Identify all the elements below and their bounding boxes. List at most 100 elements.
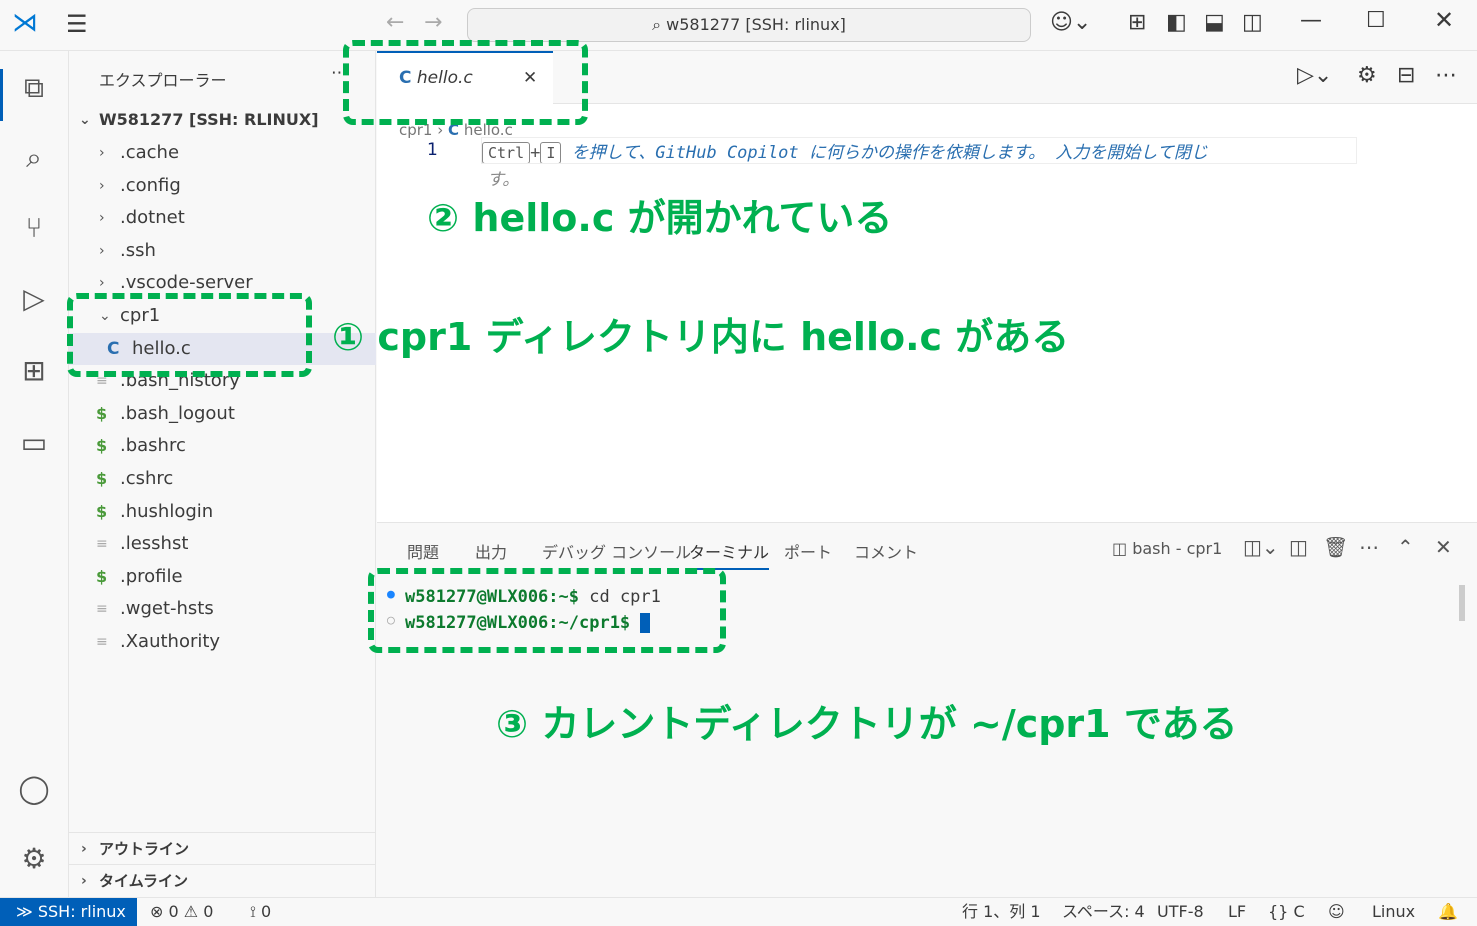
tree-item[interactable]: $ .bashrc [69, 430, 376, 462]
shell-file-icon: $ [96, 501, 108, 521]
annotation-box-tab [343, 40, 588, 125]
tree-item[interactable]: › .cache [69, 137, 376, 169]
split-editor-icon[interactable]: ⊟ [1397, 63, 1415, 88]
tree-item[interactable]: $ .cshrc [69, 463, 376, 495]
tree-item-label: .cache [120, 142, 180, 163]
tree-item-label: .wget-hsts [120, 598, 214, 620]
annotation-3: ③ カレントディレクトリが ~/cpr1 である [496, 702, 1238, 746]
outline-section[interactable]: › アウトライン [69, 832, 376, 864]
terminal-selector[interactable]: ◫ bash - cpr1 [1112, 539, 1222, 558]
tab-problems[interactable]: 問題 [407, 539, 439, 563]
more-icon[interactable]: ⋯ [1435, 63, 1457, 88]
encoding[interactable]: UTF-8 [1157, 898, 1204, 926]
sidebar-title: エクスプローラー [99, 71, 227, 90]
command-center-search[interactable]: ⌕ w581277 [SSH: rlinux] [467, 8, 1031, 42]
tree-item-label: .bashrc [120, 435, 186, 457]
tree-item-label: .lesshst [120, 533, 189, 555]
search-icon: ⌕ [652, 15, 667, 34]
remote-explorer-icon[interactable]: ▭ [14, 423, 54, 463]
tree-item-label: .dotnet [120, 207, 185, 229]
timeline-section[interactable]: › タイムライン [69, 864, 376, 896]
copilot-hint: Ctrl + I を押して、GitHub Copilot に何らかの操作を依頼します… [481, 137, 1357, 164]
maximize-panel-icon[interactable]: ⌃ [1397, 535, 1414, 559]
notifications-bell-icon[interactable]: 🔔 [1438, 898, 1458, 926]
forward-icon[interactable]: → [424, 10, 442, 35]
line-number: 1 [427, 140, 438, 160]
tab-output[interactable]: 出力 [475, 539, 507, 563]
more-icon[interactable]: ⋯ [1359, 535, 1379, 559]
vscode-logo-icon: ⋊ [12, 8, 38, 38]
os-indicator[interactable]: Linux [1372, 898, 1415, 926]
tree-item[interactable]: › .dotnet [69, 202, 376, 234]
tree-item-label: .hushlogin [120, 500, 214, 522]
tab-terminal[interactable]: ターミナル [689, 539, 770, 570]
close-panel-icon[interactable]: ✕ [1435, 535, 1452, 559]
explorer-icon[interactable]: ⧉ [14, 68, 54, 108]
tree-item[interactable]: › .ssh [69, 235, 376, 267]
account-icon[interactable]: ◯ [14, 769, 54, 809]
shell-file-icon: $ [96, 436, 108, 456]
cursor-position[interactable]: 行 1、列 1 [962, 898, 1041, 926]
toggle-sidebar-icon[interactable]: ◧ [1166, 10, 1187, 35]
settings-gear-icon[interactable]: ⚙ [14, 839, 54, 879]
text-file-icon: ≡ [96, 536, 108, 553]
tree-item-label: .profile [120, 565, 183, 587]
copilot-icon[interactable]: ☺⌄ [1050, 10, 1091, 35]
search-view-icon[interactable]: ⌕ [14, 138, 54, 178]
split-terminal-icon[interactable]: ◫ [1289, 535, 1308, 559]
tree-item[interactable]: $ .hushlogin [69, 496, 376, 528]
annotation-box-tree [67, 293, 312, 377]
chevron-right-icon: › [99, 145, 105, 161]
indentation[interactable]: スペース: 4 [1062, 898, 1145, 926]
tree-item[interactable]: $ .profile [69, 561, 376, 593]
shell-file-icon: $ [96, 403, 108, 423]
layout-icon[interactable]: ⊞ [1128, 10, 1146, 35]
close-window-button[interactable]: ✕ [1434, 6, 1454, 34]
new-terminal-icon[interactable]: ◫⌄ [1243, 535, 1279, 559]
activity-bar: ⧉ ⌕ ⑂ ▷ ⊞ ▭ ◯ ⚙ [0, 51, 69, 897]
tree-item[interactable]: $ .bash_logout [69, 398, 376, 430]
language-mode[interactable]: {} C [1268, 898, 1305, 926]
minimize-button[interactable]: — [1300, 8, 1322, 33]
shell-file-icon: $ [96, 566, 108, 586]
workspace-root[interactable]: ⌄ W581277 [SSH: RLINUX] [69, 104, 376, 136]
trash-icon[interactable]: 🗑 [1323, 535, 1348, 559]
annotation-1: ① cpr1 ディレクトリ内に hello.c がある [332, 315, 1070, 359]
maximize-button[interactable]: ☐ [1366, 8, 1386, 33]
toggle-panel-icon[interactable]: ⬓ [1204, 10, 1225, 35]
shell-file-icon: $ [96, 469, 108, 488]
chevron-right-icon: › [99, 177, 105, 194]
terminal-scrollbar[interactable] [1459, 585, 1465, 621]
eol[interactable]: LF [1228, 898, 1246, 926]
run-debug-icon[interactable]: ▷ [14, 279, 54, 319]
problems-indicator[interactable]: ⊗ 0 ⚠ 0 [150, 898, 213, 926]
extensions-icon[interactable]: ⊞ [14, 351, 54, 391]
tree-item[interactable]: › .config [69, 170, 376, 202]
back-icon[interactable]: ← [386, 10, 404, 35]
tree-item[interactable]: ≡ .Xauthority [69, 626, 376, 658]
tree-item[interactable]: ≡ .wget-hsts [69, 593, 376, 625]
run-icon[interactable]: ▷⌄ [1297, 63, 1332, 88]
tree-item-label: .config [120, 174, 181, 196]
tree-item-label: .cshrc [120, 468, 174, 489]
settings-icon[interactable]: ⚙ [1357, 63, 1377, 88]
search-label: w581277 [SSH: rlinux] [666, 15, 846, 34]
remote-indicator[interactable]: ≫ SSH: rlinux [0, 898, 137, 926]
tab-ports[interactable]: ポート [784, 539, 832, 563]
annotation-2: ② hello.c が開かれている [427, 196, 893, 240]
toggle-secondary-sidebar-icon[interactable]: ◫ [1242, 10, 1263, 35]
tree-item-label: .Xauthority [120, 631, 221, 652]
tree-item-label: .ssh [120, 239, 156, 261]
tree-item[interactable]: ≡ .lesshst [69, 528, 376, 560]
tab-comments[interactable]: コメント [854, 539, 918, 563]
tab-debug-console[interactable]: デバッグ コンソール [542, 539, 691, 563]
copilot-status-icon[interactable]: ☺ [1328, 898, 1345, 926]
source-control-icon[interactable]: ⑂ [14, 208, 54, 248]
menu-icon[interactable]: ☰ [66, 10, 88, 38]
chevron-right-icon: › [99, 210, 105, 227]
ports-indicator[interactable]: ⟟ 0 [250, 898, 271, 926]
chevron-right-icon: › [99, 242, 105, 259]
tree-item-label: .bash_logout [120, 402, 235, 424]
status-bar: ≫ SSH: rlinux ⊗ 0 ⚠ 0 ⟟ 0 行 1、列 1 スペース: … [0, 897, 1477, 926]
text-file-icon: ≡ [96, 634, 108, 650]
